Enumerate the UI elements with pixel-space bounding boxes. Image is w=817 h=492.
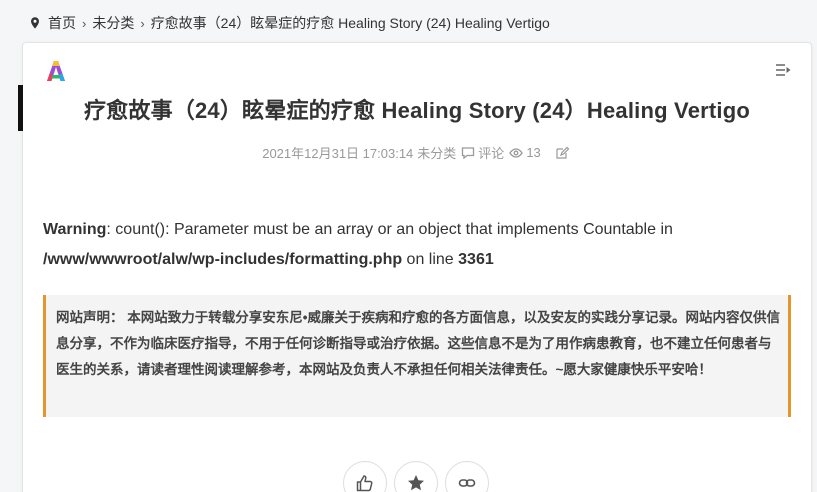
view-count: 13	[526, 145, 541, 160]
site-logo-icon[interactable]	[45, 59, 67, 83]
edit-icon[interactable]	[555, 146, 569, 160]
article-card: 疗愈故事（24）眩晕症的疗愈 Healing Story (24）Healing…	[18, 42, 812, 492]
breadcrumb: 首页 › 未分类 › 疗愈故事（24）眩晕症的疗愈 Healing Story …	[28, 12, 550, 34]
link-icon	[457, 473, 477, 492]
warning-path: /www/wwwroot/alw/wp-includes/formatting.…	[43, 251, 403, 268]
article-meta: 2021年12月31日 17:03:14 未分类 评论 13	[23, 143, 811, 162]
comment-icon	[461, 146, 475, 160]
location-pin-icon	[28, 16, 42, 30]
share-link-button[interactable]	[445, 461, 489, 492]
warning-label: Warning	[43, 221, 107, 238]
warning-message: : count(): Parameter must be an array or…	[106, 221, 673, 238]
favorite-button[interactable]	[394, 461, 438, 492]
article-title: 疗愈故事（24）眩晕症的疗愈 Healing Story (24）Healing…	[83, 98, 751, 123]
thumbs-up-icon	[355, 473, 375, 492]
article-actions	[343, 461, 489, 492]
php-warning: Warning: count(): Parameter must be an a…	[43, 215, 763, 275]
site-disclaimer: 网站声明： 本网站致力于转载分享安东尼•威廉关于疾病和疗愈的各方面信息，以及安友…	[43, 295, 791, 417]
post-category-link[interactable]: 未分类	[417, 143, 456, 162]
comment-link[interactable]: 评论	[478, 143, 504, 162]
breadcrumb-home-link[interactable]: 首页	[48, 13, 76, 33]
star-icon	[406, 473, 426, 492]
breadcrumb-current: 疗愈故事（24）眩晕症的疗愈 Healing Story (24) Healin…	[150, 15, 550, 31]
warning-on-line: on line	[402, 251, 459, 268]
warning-line-number: 3361	[458, 251, 494, 268]
like-button[interactable]	[343, 461, 387, 492]
chevron-right-icon: ›	[140, 15, 145, 31]
eye-icon	[509, 146, 524, 160]
chevron-right-icon: ›	[82, 15, 87, 31]
toc-icon[interactable]	[775, 63, 791, 77]
post-date: 2021年12月31日 17:03:14	[262, 146, 414, 161]
breadcrumb-category-link[interactable]: 未分类	[92, 13, 134, 33]
